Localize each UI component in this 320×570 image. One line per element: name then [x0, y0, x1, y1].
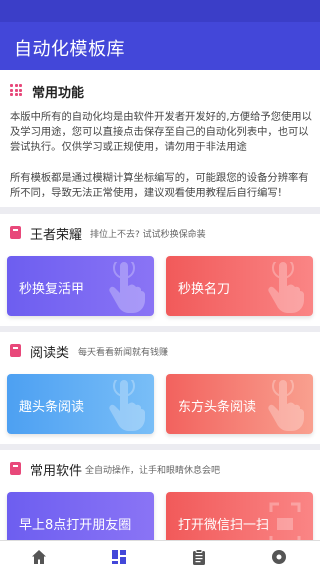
clipboard-icon: [193, 549, 205, 565]
tile-label: 秒换名刀: [178, 282, 231, 297]
tile-label: 打开微信扫一扫: [178, 518, 270, 533]
tap-hand-icon: [109, 380, 145, 431]
nav-tasks[interactable]: [160, 541, 240, 570]
tile-label: 秒换复活甲: [19, 282, 85, 297]
page-title: 自动化模板库: [14, 39, 125, 60]
status-bar: [0, 0, 320, 22]
home-icon: [32, 550, 46, 564]
nav-home[interactable]: [0, 541, 80, 570]
bookmark-icon: [10, 344, 21, 357]
bookmark-icon: [10, 226, 21, 239]
notice-card: 常用功能 本版中所有的自动化均是由软件开发者开发好的,方便给予您使用以及学习用途…: [0, 70, 320, 207]
tap-hand-icon: [268, 262, 304, 313]
section-header: 阅读类 每天看看新闻就有钱赚: [10, 342, 310, 361]
bottom-navigation: [0, 540, 320, 570]
tap-hand-icon: [109, 262, 145, 313]
section-subtitle: 排位上不去? 试试秒换保命装: [90, 230, 206, 240]
tile-label: 东方头条阅读: [178, 400, 257, 415]
tap-hand-icon: [268, 380, 304, 431]
tile-name-sword[interactable]: 秒换名刀: [166, 256, 313, 316]
section-title: 常用软件: [30, 464, 83, 479]
tile-label: 趣头条阅读: [19, 400, 85, 415]
notice-heading: 常用功能: [32, 86, 85, 101]
section-header: 常用软件 全自动操作，让手和眼睛休息会吧: [10, 460, 310, 479]
dots-grid-icon: [10, 84, 22, 96]
nav-settings[interactable]: [240, 541, 320, 570]
settings-icon: [272, 550, 286, 564]
notice-paragraph-2: 所有模板都是通过模糊计算坐标编写的，可能跟您的设备分辨率有所不同，导致无法正常使…: [10, 172, 309, 199]
tile-revive-armor[interactable]: 秒换复活甲: [7, 256, 154, 316]
app-bar: 自动化模板库: [0, 22, 320, 70]
bookmark-icon: [10, 462, 21, 475]
section-reading: 阅读类 每天看看新闻就有钱赚 趣头条阅读 东方头条阅读: [0, 332, 320, 444]
section-honor-of-kings: 王者荣耀 排位上不去? 试试秒换保命装 秒换复活甲 秒换名刀: [0, 214, 320, 326]
nav-templates[interactable]: [80, 541, 160, 570]
tile-eastday-reading[interactable]: 东方头条阅读: [166, 374, 313, 434]
tile-label: 早上8点打开朋友圈: [19, 518, 132, 533]
grid-icon: [112, 550, 126, 564]
section-title: 王者荣耀: [30, 228, 83, 243]
section-header: 王者荣耀 排位上不去? 试试秒换保命装: [10, 224, 310, 243]
section-title: 阅读类: [30, 346, 70, 361]
notice-paragraph-1: 本版中所有的自动化均是由软件开发者开发好的,方便给予您使用以及学习用途，您可以直…: [10, 111, 312, 153]
tile-qutoutiao-reading[interactable]: 趣头条阅读: [7, 374, 154, 434]
section-subtitle: 全自动操作，让手和眼睛休息会吧: [85, 466, 221, 476]
section-subtitle: 每天看看新闻就有钱赚: [78, 348, 169, 358]
